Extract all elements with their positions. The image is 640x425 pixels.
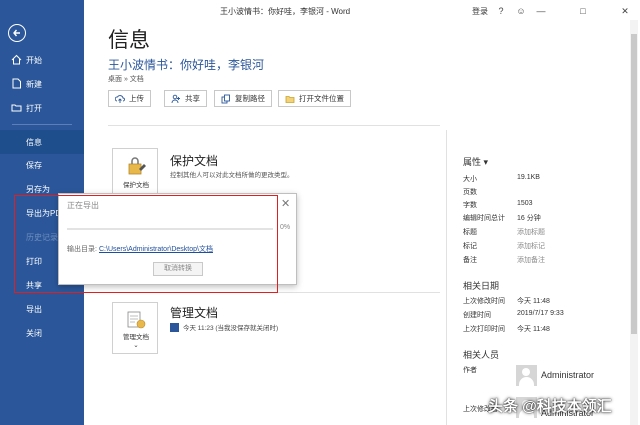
window-title: 王小波情书：你好哇，李银河 - Word (220, 7, 351, 16)
date-key: 创建时间 (463, 312, 491, 319)
autosave-version-item[interactable]: 今天 11:23 (当我没保存就关闭时) (170, 322, 278, 332)
scrollbar-thumb[interactable] (631, 34, 637, 334)
autosave-version-label: 今天 11:23 (当我没保存就关闭时) (183, 325, 279, 332)
author-label: 作者 (463, 367, 477, 374)
date-value: 今天 11:48 (517, 326, 550, 333)
nav-item-label: 新建 (26, 79, 42, 89)
manage-document-icon (127, 311, 146, 329)
nav-item-label: 另存为 (26, 184, 50, 194)
upload-icon (115, 95, 125, 103)
chevron-down-icon: ⌄ (133, 342, 139, 349)
date-value: 2019/7/17 9:33 (517, 310, 564, 317)
minimize-button[interactable]: — (534, 4, 548, 18)
properties-divider (446, 130, 447, 425)
share-button[interactable]: 共享 (164, 90, 207, 107)
nav-item-label: 关闭 (26, 328, 42, 338)
progress-percent: 0% (280, 224, 291, 231)
add-title-field[interactable]: 添加标题 (517, 227, 545, 237)
date-value: 今天 11:48 (517, 298, 550, 305)
lock-icon (128, 157, 146, 175)
add-comment-field[interactable]: 添加备注 (517, 255, 545, 265)
property-value: 19.1KB (517, 174, 540, 181)
document-title: 王小波情书：你好哇，李银河 (108, 58, 265, 72)
upload-button[interactable]: 上传 (108, 90, 151, 107)
nav-item-label: 保存 (26, 160, 42, 170)
home-icon (11, 54, 22, 65)
nav-item-info[interactable]: 信息 (0, 130, 84, 154)
nav-item-label: 开始 (26, 55, 42, 65)
close-icon[interactable]: ✕ (281, 197, 290, 210)
open-file-location-label: 打开文件位置 (299, 94, 344, 103)
nav-divider (12, 124, 72, 125)
share-icon (171, 94, 180, 104)
property-key: 大小 (463, 176, 477, 183)
nav-item-label: 打开 (26, 103, 42, 113)
nav-item-new[interactable]: 新建 (0, 72, 84, 96)
share-label: 共享 (185, 94, 200, 103)
nav-item-export[interactable]: 导出 (0, 297, 84, 321)
protect-heading: 保护文档 (170, 154, 219, 168)
upload-label: 上传 (129, 94, 144, 103)
nav-item-label: 导出 (26, 304, 42, 314)
copy-path-label: 复制路径 (235, 94, 265, 103)
help-icon[interactable]: ? (494, 4, 508, 18)
property-key: 标记 (463, 243, 477, 250)
highlight-annotation-box (14, 195, 278, 293)
vertical-scrollbar[interactable] (630, 20, 638, 425)
manage-heading: 管理文档 (170, 306, 219, 320)
close-button[interactable]: ✕ (618, 4, 632, 18)
title-bar: 王小波情书：你好哇，李银河 - Word 登录 ? ☺ — □ ✕ (84, 0, 640, 22)
protect-description: 控制其他人可以对此文档所做的更改类型。 (170, 172, 294, 179)
page-title: 信息 (108, 29, 150, 52)
date-key: 上次修改时间 (463, 298, 505, 305)
nav-item-label: 信息 (26, 137, 42, 147)
maximize-button[interactable]: □ (576, 4, 590, 18)
new-doc-icon (12, 78, 21, 89)
property-key: 标题 (463, 229, 477, 236)
related-dates-heading: 相关日期 (463, 281, 500, 291)
protect-tile-label: 保护文档 (123, 182, 149, 189)
author-name[interactable]: Administrator (541, 370, 594, 380)
copy-path-icon (221, 94, 230, 104)
nav-item-home[interactable]: 开始 (0, 48, 84, 72)
nav-item-close[interactable]: 关闭 (0, 321, 84, 345)
property-value: 16 分钟 (517, 215, 541, 222)
property-key: 备注 (463, 257, 477, 264)
word-doc-icon (170, 322, 179, 332)
avatar (516, 365, 537, 386)
property-key: 编辑时间总计 (463, 215, 505, 222)
smiley-icon[interactable]: ☺ (514, 4, 528, 18)
properties-heading[interactable]: 属性 ▾ (463, 155, 488, 168)
document-path[interactable]: 桌面 » 文档 (108, 74, 144, 84)
nav-item-save[interactable]: 保存 (0, 153, 84, 177)
add-tag-field[interactable]: 添加标记 (517, 241, 545, 251)
date-key: 上次打印时间 (463, 326, 505, 333)
sign-in-link[interactable]: 登录 (472, 6, 488, 17)
section-divider (108, 125, 440, 126)
folder-open-icon (11, 104, 22, 112)
watermark: 头条 @科技本领汇 (488, 398, 612, 415)
copy-path-button[interactable]: 复制路径 (214, 90, 272, 107)
property-value: 1503 (517, 200, 533, 207)
nav-item-open[interactable]: 打开 (0, 96, 84, 120)
manage-document-button[interactable]: 管理文档 ⌄ (112, 302, 158, 354)
open-file-location-button[interactable]: 打开文件位置 (278, 90, 351, 107)
property-key: 字数 (463, 202, 477, 209)
property-key: 页数 (463, 189, 477, 196)
related-people-heading: 相关人员 (463, 350, 500, 360)
manage-tile-label: 管理文档 (123, 334, 149, 341)
folder-icon (285, 96, 295, 103)
back-arrow-icon[interactable] (8, 24, 26, 42)
